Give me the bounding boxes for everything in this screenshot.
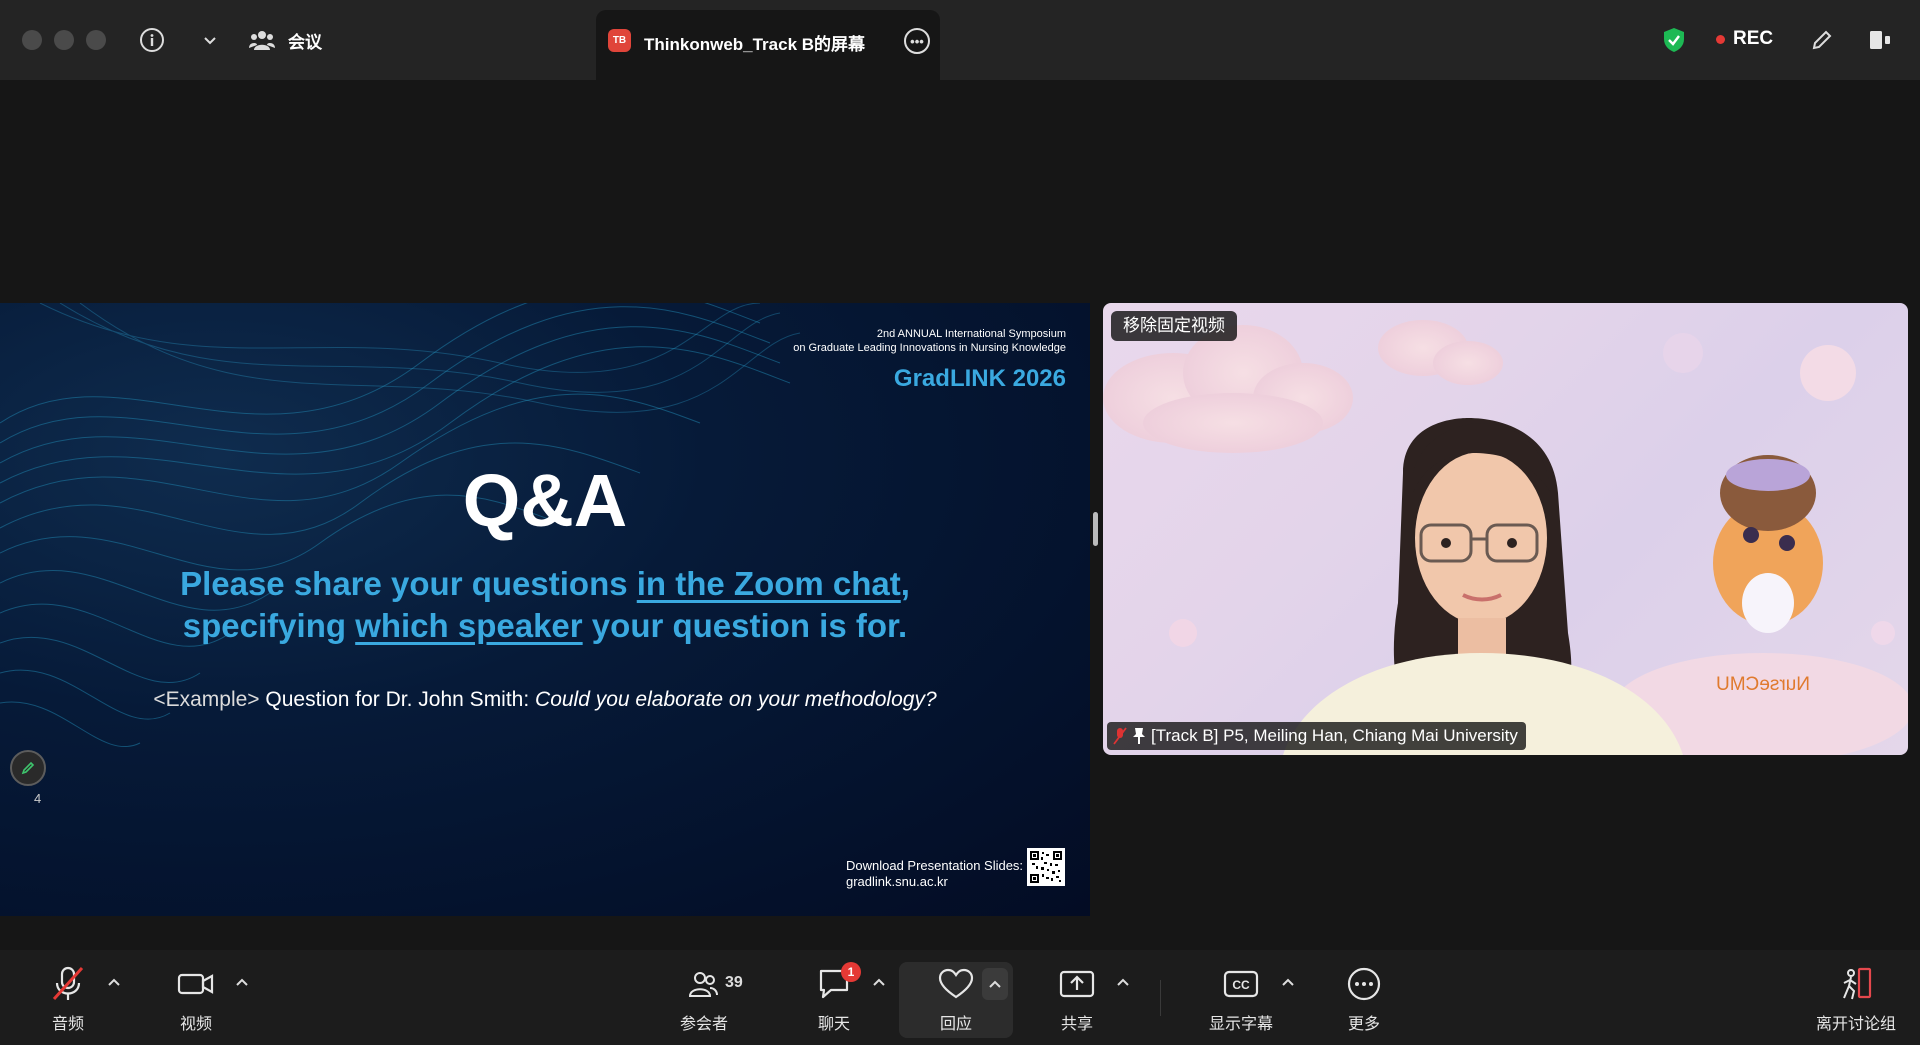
react-button[interactable]: 回应 (906, 962, 1006, 1034)
gradlink-brand: GradLINK 2026 (893, 365, 1066, 392)
leave-breakout-label: 离开讨论组 (1815, 1016, 1896, 1033)
leave-breakout-room-button[interactable]: 离开讨论组 (1806, 962, 1906, 1034)
captions-label: 显示字幕 (1208, 1016, 1273, 1033)
meeting-group-icon[interactable] (248, 26, 276, 54)
participants-label: 参会者 (679, 1016, 728, 1033)
leave-room-icon (1843, 967, 1872, 1000)
video-frame-image: NurseCMU (1103, 320, 1908, 755)
shared-screen-slide: 2nd ANNUAL International Symposium on Gr… (0, 303, 1090, 916)
pencil-icon (21, 761, 35, 775)
which-speaker-link-text: which speaker (355, 607, 583, 644)
chevron-down-icon[interactable] (196, 26, 224, 54)
rec-label: REC (1733, 28, 1774, 49)
muted-mic-icon (52, 966, 84, 1001)
slide-title: Q&A (462, 459, 628, 542)
annotation-count: 4 (34, 791, 42, 806)
more-label: 更多 (1347, 1016, 1380, 1033)
instruction-line-1: Please share your questions in the Zoom … (180, 565, 910, 602)
window-close-button[interactable] (22, 30, 42, 50)
window-zoom-button[interactable] (86, 30, 106, 50)
qr-code-image (1027, 848, 1065, 886)
camera-icon (177, 973, 214, 995)
participants-button[interactable]: 参会者 (654, 962, 754, 1034)
download-label: Download Presentation Slides: (846, 858, 1024, 873)
more-dots-icon (1347, 967, 1381, 1001)
symposium-line-2: on Graduate Leading Innovations in Nursi… (793, 342, 1066, 354)
download-url: gradlink.snu.ac.kr (846, 874, 948, 889)
view-layout-icon[interactable] (1866, 26, 1894, 54)
meeting-label[interactable]: 会议 (288, 28, 322, 53)
sharer-avatar-badge: TB (608, 29, 631, 52)
unpin-video-button[interactable]: 移除固定视频 (1111, 311, 1237, 341)
annotate-pencil-icon[interactable] (1808, 26, 1836, 54)
muted-mic-icon (1113, 727, 1127, 745)
captions-options-caret-icon[interactable] (1278, 972, 1298, 992)
heart-icon (938, 968, 974, 999)
more-button[interactable]: 更多 (1314, 962, 1414, 1034)
react-options-caret-icon[interactable] (985, 974, 1005, 994)
participants-count: 39 (725, 974, 743, 991)
recording-dot-icon (1716, 34, 1725, 44)
example-question: <Example> Question for Dr. John Smith: C… (153, 688, 937, 711)
share-options-caret-icon[interactable] (1113, 972, 1133, 992)
share-screen-tab[interactable]: TB Thinkonweb_Track B的屏幕 ••• (596, 10, 940, 80)
svg-text:CC: CC (1232, 978, 1250, 992)
toolbar-separator (1160, 980, 1161, 1016)
video-options-caret-icon[interactable] (232, 972, 252, 992)
react-label: 回应 (939, 1016, 972, 1033)
meeting-stage: 2nd ANNUAL International Symposium on Gr… (0, 80, 1920, 950)
window-minimize-button[interactable] (54, 30, 74, 50)
chat-unread-badge: 1 (841, 962, 861, 982)
audio-options-caret-icon[interactable] (104, 972, 124, 992)
chat-label: 聊天 (817, 1016, 850, 1033)
symposium-line-1: 2nd ANNUAL International Symposium (876, 328, 1066, 340)
audio-button[interactable]: 音频 (18, 962, 118, 1034)
more-options-icon[interactable]: ••• (904, 28, 930, 54)
video-label: 视频 (179, 1016, 212, 1033)
share-button[interactable]: 共享 (1027, 962, 1127, 1034)
video-button[interactable]: 视频 (146, 962, 246, 1034)
share-tab-title: Thinkonweb_Track B的屏幕 (644, 35, 866, 54)
captions-button[interactable]: CC 显示字幕 (1191, 962, 1291, 1034)
security-shield-icon[interactable] (1660, 26, 1688, 54)
title-bar: 会议 TB Thinkonweb_Track B的屏幕 ••• REC (0, 0, 1920, 80)
pinned-participant-video[interactable]: NurseCMU 移除固定视频 [Track B] P5, Meiling Ha… (1103, 303, 1908, 755)
chat-options-caret-icon[interactable] (869, 972, 889, 992)
annotation-tool-button[interactable] (10, 750, 46, 786)
instruction-line-2: specifying which speaker your question i… (182, 607, 908, 644)
split-view-drag-handle[interactable] (1093, 512, 1098, 546)
pin-icon (1133, 728, 1145, 744)
participants-icon (688, 972, 718, 997)
share-screen-icon (1059, 970, 1095, 998)
share-label: 共享 (1060, 1016, 1093, 1033)
recording-indicator[interactable]: REC (1716, 28, 1773, 50)
download-slides-info: Download Presentation Slides: gradlink.s… (846, 858, 1023, 890)
audio-label: 音频 (51, 1016, 84, 1033)
participant-name-tag: [Track B] P5, Meiling Han, Chiang Mai Un… (1107, 722, 1526, 750)
zoom-chat-link-text: in the Zoom chat (636, 565, 901, 602)
participant-name: [Track B] P5, Meiling Han, Chiang Mai Un… (1151, 726, 1518, 745)
info-icon[interactable] (138, 26, 166, 54)
mascot-logo-text: NurseCMU (1716, 674, 1810, 695)
closed-captions-icon: CC (1223, 970, 1259, 998)
